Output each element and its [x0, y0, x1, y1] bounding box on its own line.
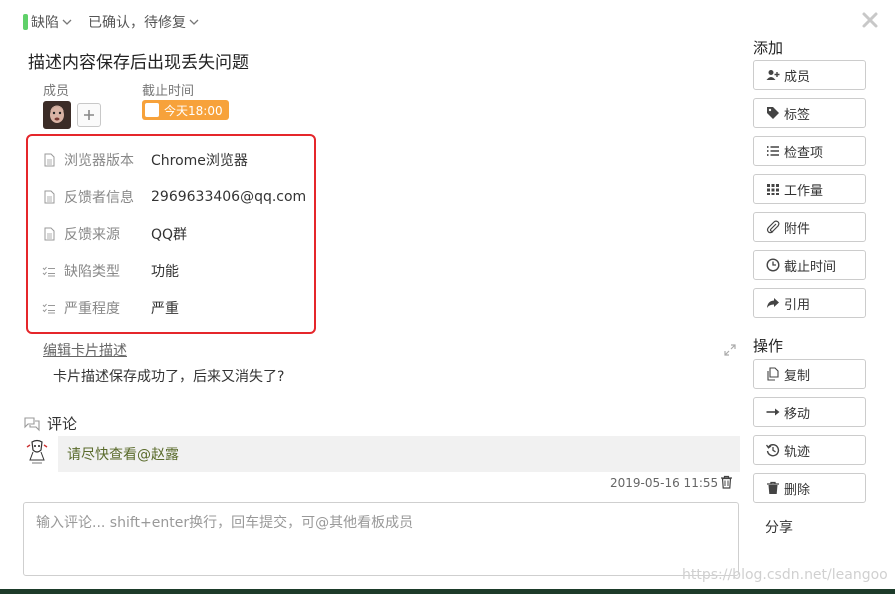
button-label: 标签 [784, 107, 811, 123]
copy-card-button[interactable]: 复制 [753, 359, 866, 389]
field-row[interactable]: 缺陷类型 功能 [42, 261, 179, 281]
members-label: 成员 [43, 84, 70, 99]
field-value: 功能 [151, 264, 179, 280]
comment-bubble-icon [24, 416, 40, 431]
delete-card-button[interactable]: 删除 [753, 473, 866, 503]
expand-icon[interactable] [723, 343, 737, 357]
share-link[interactable]: 分享 [765, 517, 793, 537]
edit-description-link[interactable]: 编辑卡片描述 [43, 340, 127, 360]
field-value: 2969633406@qq.com [151, 189, 307, 205]
plus-icon [84, 110, 94, 120]
field-value: QQ群 [151, 227, 188, 243]
due-date-value: 今天18:00 [164, 103, 223, 118]
actions-heading: 操作 [753, 337, 784, 355]
avatar-face-icon [50, 107, 64, 123]
move-card-button[interactable]: 移动 [753, 397, 866, 427]
field-value: Chrome浏览器 [151, 153, 248, 169]
close-icon[interactable] [860, 10, 880, 30]
chevron-down-icon [62, 19, 72, 25]
comment-input-placeholder: 输入评论... shift+enter换行，回车提交，可@其他看板成员 [36, 515, 414, 531]
field-name: 浏览器版本 [64, 153, 134, 169]
field-name: 反馈来源 [64, 227, 120, 243]
card-title[interactable]: 描述内容保存后出现丢失问题 [28, 48, 249, 73]
add-member-sidebar-button[interactable]: 成员 [753, 60, 866, 90]
button-label: 删除 [784, 482, 811, 498]
comments-heading-text: 评论 [47, 415, 78, 433]
add-checklist-button[interactable]: 检查项 [753, 136, 866, 166]
paperclip-icon [766, 220, 780, 234]
due-date-badge[interactable]: 今天18:00 [142, 100, 229, 120]
button-label: 移动 [784, 406, 811, 422]
watermark-text: https://blog.csdn.net/leangoo [682, 567, 888, 583]
tag-icon [767, 107, 779, 119]
add-user-icon [766, 70, 780, 80]
add-member-button[interactable] [77, 103, 101, 127]
add-workload-button[interactable]: 工作量 [753, 174, 866, 204]
button-label: 截止时间 [784, 259, 837, 275]
status-selector[interactable]: 已确认，待修复 [88, 12, 200, 32]
checklist-icon [42, 266, 55, 277]
comments-heading: 评论 [23, 413, 77, 434]
add-due-date-button[interactable]: 截止时间 [753, 250, 866, 280]
chevron-down-icon [189, 19, 199, 25]
field-name: 反馈者信息 [64, 190, 134, 206]
field-row[interactable]: 严重程度 严重 [42, 298, 179, 318]
copy-icon [767, 367, 779, 381]
arrow-right-icon [766, 408, 780, 416]
member-avatar[interactable] [43, 101, 71, 129]
list-name: 缺陷 [31, 15, 59, 31]
button-label: 复制 [784, 368, 811, 384]
field-row[interactable]: 浏览器版本 Chrome浏览器 [42, 150, 248, 170]
card-history-button[interactable]: 轨迹 [753, 435, 866, 465]
commenter-avatar-icon [24, 438, 50, 468]
due-checkbox[interactable] [145, 103, 159, 117]
button-label: 引用 [784, 297, 811, 313]
comment-input[interactable]: 输入评论... shift+enter换行，回车提交，可@其他看板成员 [23, 502, 739, 576]
field-row[interactable]: 反馈者信息 2969633406@qq.com [42, 187, 306, 207]
comment-timestamp: 2019-05-16 11:55 [610, 476, 719, 490]
field-name: 严重程度 [64, 301, 120, 317]
add-reference-button[interactable]: 引用 [753, 288, 866, 318]
share-arrow-icon [767, 298, 779, 308]
list-color-label [23, 14, 28, 30]
window-bottom-edge [0, 589, 895, 594]
add-tag-button[interactable]: 标签 [753, 98, 866, 128]
comment-bubble: 请尽快查看@赵露 [58, 436, 740, 472]
document-icon [44, 153, 55, 167]
button-label: 附件 [784, 221, 811, 237]
document-icon [44, 227, 55, 241]
button-label: 工作量 [784, 183, 824, 199]
clock-icon [766, 258, 780, 272]
grid-icon [767, 184, 779, 195]
field-name: 缺陷类型 [64, 264, 120, 280]
add-attachment-button[interactable]: 附件 [753, 212, 866, 242]
status-name: 已确认，待修复 [88, 15, 186, 31]
trash-icon [767, 481, 779, 494]
card-description[interactable]: 卡片描述保存成功了，后来又消失了? [53, 366, 284, 386]
button-label: 成员 [784, 69, 811, 85]
button-label: 轨迹 [784, 444, 811, 460]
comment-text: 请尽快查看@赵露 [67, 447, 179, 463]
list-selector[interactable]: 缺陷 [31, 12, 73, 32]
history-icon [766, 444, 780, 457]
checklist-icon [42, 303, 55, 314]
list-icon [767, 146, 779, 156]
field-value: 严重 [151, 301, 179, 317]
delete-comment-icon[interactable] [720, 475, 733, 489]
button-label: 检查项 [784, 145, 824, 161]
field-row[interactable]: 反馈来源 QQ群 [42, 224, 187, 244]
document-icon [44, 190, 55, 204]
add-heading: 添加 [753, 39, 784, 57]
due-label: 截止时间 [142, 84, 195, 99]
